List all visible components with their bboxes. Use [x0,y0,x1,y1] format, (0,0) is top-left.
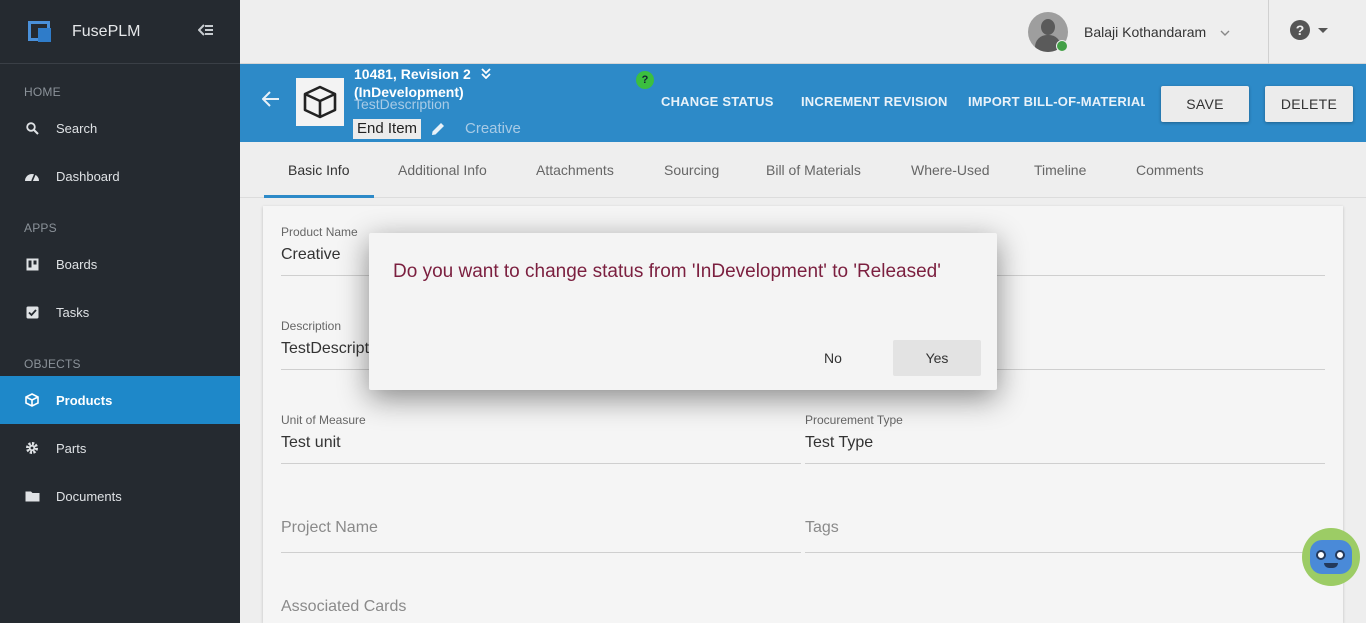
change-status-dialog: Do you want to change status from 'InDev… [369,233,997,390]
dialog-overlay: Do you want to change status from 'InDev… [0,0,1366,623]
yes-button[interactable]: Yes [893,340,981,376]
no-button[interactable]: No [793,340,873,376]
dialog-message: Do you want to change status from 'InDev… [393,261,941,282]
